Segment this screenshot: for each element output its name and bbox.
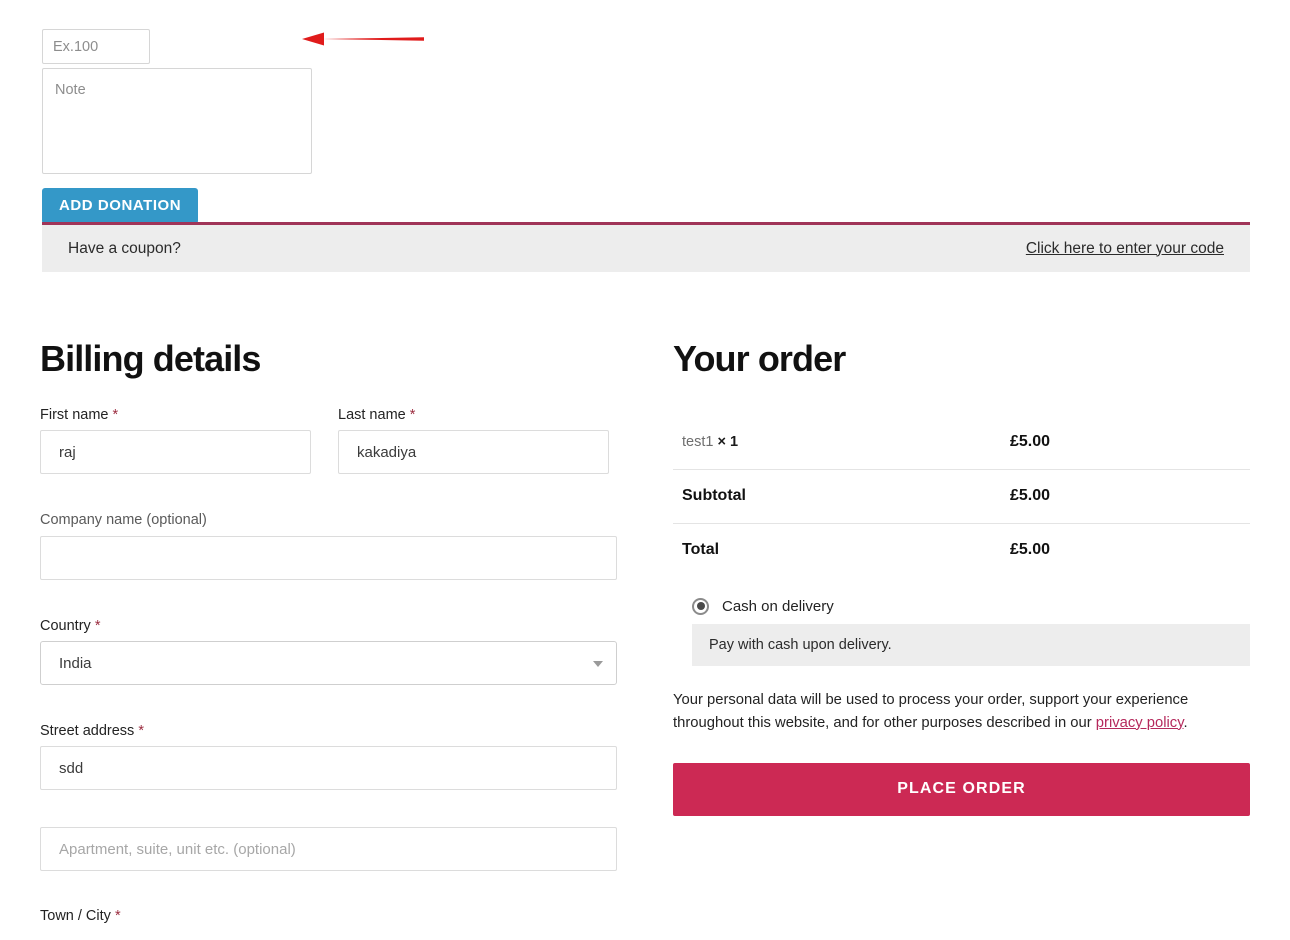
coupon-enter-code-link[interactable]: Click here to enter your code [1026, 240, 1224, 258]
name-field-row: First name * Last name * [40, 407, 640, 488]
required-marker: * [112, 406, 119, 423]
country-select-wrapper: India [40, 640, 617, 685]
apartment-field [40, 827, 617, 872]
checkout-page: ADD DONATION Have a coupon? Click here t… [0, 0, 1290, 924]
payment-option-description: Pay with cash upon delivery. [692, 623, 1250, 666]
required-marker: * [138, 722, 144, 739]
street-address-input[interactable] [40, 746, 617, 791]
required-marker: * [409, 406, 416, 423]
first-name-label: First name * [40, 407, 311, 424]
coupon-section: Have a coupon? Click here to enter your … [42, 222, 1250, 272]
radio-selected-icon[interactable] [692, 597, 709, 615]
privacy-notice: Your personal data will be used to proce… [673, 689, 1250, 735]
your-order-title: Your order [673, 338, 846, 379]
donation-note-textarea[interactable] [42, 68, 312, 174]
payment-option-label[interactable]: Cash on delivery [722, 598, 834, 615]
country-field: Country * India [40, 618, 617, 685]
privacy-policy-link[interactable]: privacy policy [1096, 715, 1184, 731]
order-summary-table: test1 × 1 £5.00 Subtotal £5.00 Total £5.… [673, 416, 1250, 577]
coupon-prompt: Have a coupon? [68, 239, 181, 257]
add-donation-button[interactable]: ADD DONATION [42, 188, 199, 224]
company-name-label-text: Company name (optional) [40, 512, 207, 529]
required-marker: * [94, 617, 101, 634]
order-item-name-cell: test1 × 1 [673, 416, 1001, 470]
last-name-label: Last name * [338, 407, 609, 424]
billing-details-column: Billing details First name * Last name * [40, 340, 640, 940]
radio-dot [696, 602, 705, 611]
last-name-field: Last name * [338, 407, 609, 475]
order-item-row: test1 × 1 £5.00 [673, 416, 1250, 470]
last-name-input[interactable] [338, 430, 609, 475]
billing-details-title: Billing details [40, 338, 261, 379]
order-total-row: Total £5.00 [673, 522, 1250, 577]
total-amount: £5.00 [1001, 522, 1250, 577]
country-label-text: Country [40, 617, 91, 634]
subtotal-amount: £5.00 [1001, 468, 1250, 524]
country-select[interactable]: India [40, 640, 617, 685]
order-subtotal-row: Subtotal £5.00 [673, 468, 1250, 524]
privacy-notice-text-after: . [1183, 714, 1188, 731]
company-name-label: Company name (optional) [40, 512, 617, 529]
street-address-label: Street address * [40, 723, 617, 740]
town-city-label: Town / City * [40, 908, 617, 925]
donation-block: ADD DONATION [42, 29, 462, 224]
order-review-column: Your order test1 × 1 £5.00 Subtotal £5.0… [673, 340, 1250, 816]
total-label: Total [673, 522, 1001, 577]
town-city-field: Town / City * [40, 908, 617, 925]
coupon-bar: Have a coupon? Click here to enter your … [42, 225, 1250, 272]
place-order-button[interactable]: PLACE ORDER [673, 762, 1250, 816]
order-item-quantity: × 1 [717, 434, 739, 451]
apartment-input[interactable] [40, 827, 617, 872]
town-city-label-text: Town / City [40, 908, 111, 925]
country-label: Country * [40, 618, 617, 635]
subtotal-label: Subtotal [673, 468, 1001, 524]
street-address-field: Street address * [40, 723, 617, 791]
payment-methods: Cash on delivery Pay with cash upon deli… [673, 597, 1250, 666]
payment-option-cash-on-delivery[interactable]: Cash on delivery [692, 597, 1250, 615]
street-address-label-text: Street address [40, 722, 135, 739]
order-item-amount: £5.00 [1010, 433, 1051, 451]
company-name-field: Company name (optional) [40, 512, 617, 580]
donation-amount-input[interactable] [42, 29, 150, 64]
first-name-input[interactable] [40, 430, 311, 475]
last-name-label-text: Last name [338, 406, 406, 423]
first-name-field: First name * [40, 407, 311, 475]
first-name-label-text: First name [40, 406, 109, 423]
company-name-input[interactable] [40, 535, 617, 580]
order-item-name: test1 [682, 434, 714, 451]
required-marker: * [114, 908, 121, 925]
